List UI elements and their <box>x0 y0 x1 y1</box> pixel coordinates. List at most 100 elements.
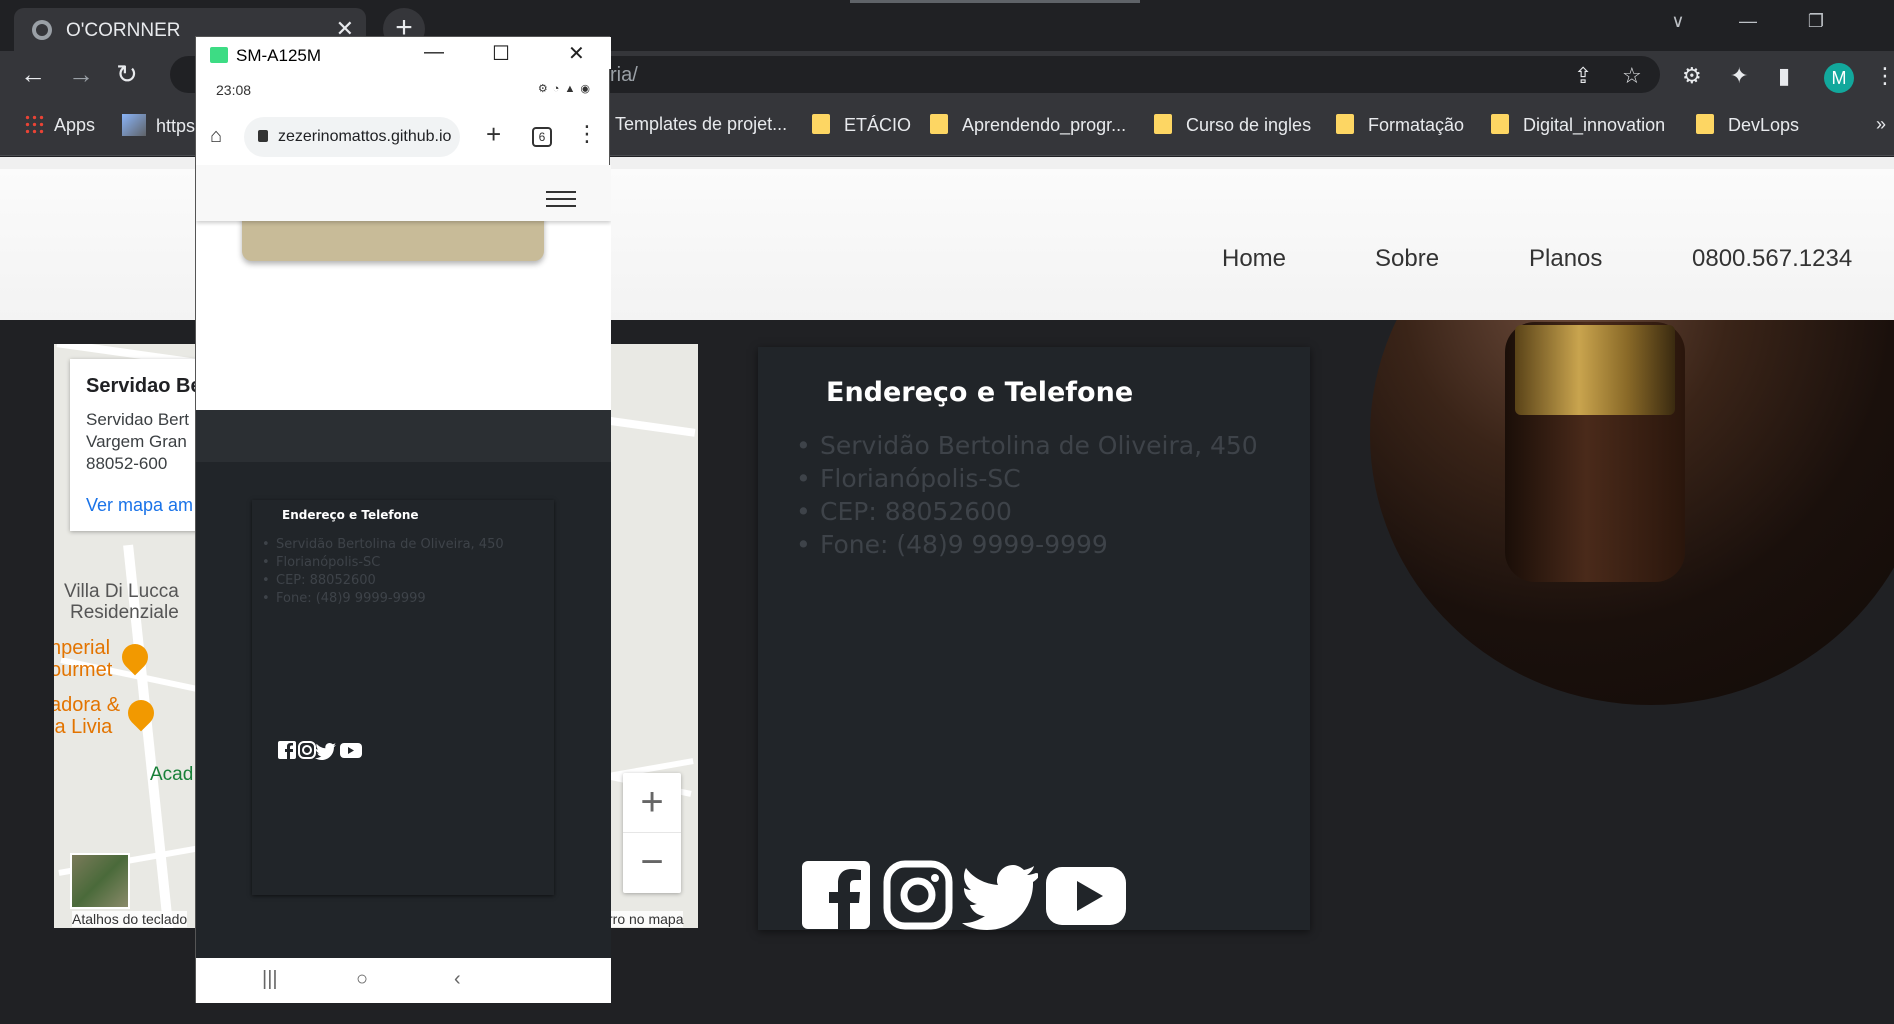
facebook-icon[interactable] <box>800 859 872 931</box>
tab-title: O'CORNNER <box>66 20 181 41</box>
contact-phone: Fone: (48)9 9999-9999 <box>796 528 1258 561</box>
android-icon <box>210 47 228 63</box>
phone-url-bar: ⌂ zezerinomattos.github.io + 6 ⋮ <box>196 109 611 165</box>
contact-cep: CEP: 88052600 <box>796 495 1258 528</box>
phone-contact-phone: Fone: (48)9 9999-9999 <box>262 590 504 608</box>
globe-icon <box>32 20 52 40</box>
map-place-label: Villa Di Lucca Residenziale <box>64 581 179 623</box>
phone-clock: 23:08 <box>216 82 252 98</box>
profile-avatar[interactable]: M <box>1824 63 1854 93</box>
youtube-icon[interactable] <box>340 743 362 758</box>
minimize-button[interactable]: — <box>1714 0 1782 43</box>
map-place-card: Servidao Be Servidao Bert Vargem Gran 88… <box>70 359 210 531</box>
nav-phone[interactable]: 0800.567.1234 <box>1692 245 1852 273</box>
bookmark-folder[interactable]: Templates de projet... <box>615 114 787 135</box>
map-place-label: Acad <box>150 764 194 785</box>
map-zoom-control: + − <box>623 773 681 893</box>
contact-city: Florianópolis-SC <box>796 462 1258 495</box>
tab-count-button[interactable]: 6 <box>532 127 552 147</box>
drag-region <box>850 0 1140 3</box>
restaurant-pin-icon[interactable] <box>122 694 160 732</box>
bookmark-page[interactable]: https <box>122 114 195 137</box>
phone-minimize-button[interactable]: — <box>424 41 444 64</box>
contact-address: Servidão Bertolina de Oliveira, 450 <box>796 429 1258 462</box>
report-map-error-link[interactable]: rro no mapa <box>608 911 684 927</box>
side-panel-icon[interactable]: ▮ <box>1778 63 1790 89</box>
phone-new-tab-icon[interactable]: + <box>486 119 501 150</box>
phone-page: Endereço e Telefone Servidão Bertolina d… <box>196 165 611 958</box>
phone-contact-address: Servidão Bertolina de Oliveira, 450 <box>262 536 504 554</box>
twitter-icon[interactable] <box>962 859 1041 931</box>
map-poi-label: nperial ourmet <box>54 637 113 681</box>
folder-icon <box>1696 114 1714 134</box>
zoom-in-button[interactable]: + <box>623 773 681 833</box>
phone-menu-icon[interactable]: ⋮ <box>576 121 598 147</box>
nav-sobre[interactable]: Sobre <box>1375 245 1439 273</box>
phone-address-bar[interactable]: zezerinomattos.github.io <box>244 117 460 157</box>
hamburger-icon[interactable] <box>546 191 576 212</box>
view-larger-map-link[interactable]: Ver mapa am <box>86 495 193 516</box>
map-poi-label: adora & ia Livia <box>54 694 121 738</box>
twitter-icon[interactable] <box>315 743 336 760</box>
phone-close-button[interactable]: ✕ <box>568 41 585 66</box>
facebook-icon[interactable] <box>278 741 296 759</box>
back-chevron-icon[interactable]: ‹ <box>454 968 461 991</box>
reload-icon[interactable]: ↻ <box>116 59 138 90</box>
bookmark-apps[interactable]: Apps <box>24 114 95 136</box>
gear-icon[interactable]: ⚙ <box>1682 63 1702 89</box>
bookmark-folder[interactable]: Aprendendo_progr... <box>930 114 1126 136</box>
phone-url-text: zezerinomattos.github.io <box>278 128 452 145</box>
share-icon[interactable]: ⇪ <box>1574 63 1592 89</box>
contact-list: Servidão Bertolina de Oliveira, 450 Flor… <box>796 429 1258 561</box>
bookmark-folder[interactable]: DevLops <box>1696 114 1799 136</box>
phone-site-header <box>196 165 611 221</box>
folder-icon <box>930 114 948 134</box>
phone-contact-cep: CEP: 88052600 <box>262 572 504 590</box>
folder-icon <box>1336 114 1354 134</box>
bookmark-folder[interactable]: ETÁCIO <box>812 114 911 136</box>
restore-button[interactable]: ❐ <box>1782 0 1850 43</box>
home-circle-icon[interactable]: ○ <box>356 968 368 991</box>
phone-maximize-button[interactable]: ☐ <box>492 41 510 66</box>
recents-icon[interactable]: ||| <box>262 968 278 991</box>
phone-contact-box: Endereço e Telefone Servidão Bertolina d… <box>252 500 554 895</box>
bookmarks-overflow[interactable]: » <box>1876 114 1886 135</box>
phone-emulator-window: SM-A125M — ☐ ✕ 23:08 ⚙ ◔ ▲ ◉ ⌂ zezerinom… <box>195 36 611 1003</box>
phone-contact-list: Servidão Bertolina de Oliveira, 450 Flor… <box>262 536 504 608</box>
phone-window-title: SM-A125M <box>236 46 322 65</box>
contact-box: Endereço e Telefone Servidão Bertolina d… <box>758 347 1310 930</box>
bookmark-folder[interactable]: Curso de ingles <box>1154 114 1311 136</box>
phone-window-titlebar: SM-A125M — ☐ ✕ <box>196 37 611 69</box>
bookmark-folder[interactable]: Digital_innovation <box>1491 114 1665 136</box>
folder-icon <box>812 114 830 134</box>
nav-home[interactable]: Home <box>1222 245 1286 273</box>
star-icon[interactable]: ☆ <box>1622 63 1642 89</box>
bookmark-folder[interactable]: Formatação <box>1336 114 1464 136</box>
home-icon[interactable]: ⌂ <box>210 125 222 148</box>
keyboard-shortcuts-link[interactable]: Atalhos do teclado <box>72 911 188 927</box>
folder-icon <box>1154 114 1172 134</box>
android-nav-bar: ||| ○ ‹ <box>196 958 611 1003</box>
status-icons: ⚙ ◔ ▲ ◉ <box>537 83 591 95</box>
instagram-icon[interactable] <box>298 741 316 759</box>
tab-search-button[interactable]: ∨ <box>1644 0 1712 43</box>
back-icon[interactable]: ← <box>20 59 46 90</box>
zoom-out-button[interactable]: − <box>623 833 681 893</box>
phone-section-strip <box>196 410 611 462</box>
phone-social-icons <box>278 740 368 760</box>
lock-icon <box>258 130 268 142</box>
menu-icon[interactable]: ⋮ <box>1874 63 1894 89</box>
nav-planos[interactable]: Planos <box>1529 245 1602 273</box>
forward-icon[interactable]: → <box>68 59 94 90</box>
place-name: Servidao Be <box>86 375 202 397</box>
contact-heading: Endereço e Telefone <box>826 377 1134 408</box>
instagram-icon[interactable] <box>882 859 954 931</box>
extensions-icon[interactable]: ✦ <box>1730 63 1748 89</box>
url-text: ria/ <box>610 64 638 86</box>
satellite-toggle[interactable] <box>70 853 130 909</box>
gavel-band <box>1515 325 1675 415</box>
page-icon <box>122 114 146 136</box>
phone-contact-heading: Endereço e Telefone <box>282 508 419 522</box>
youtube-icon[interactable] <box>1044 859 1128 931</box>
folder-icon <box>1491 114 1509 134</box>
